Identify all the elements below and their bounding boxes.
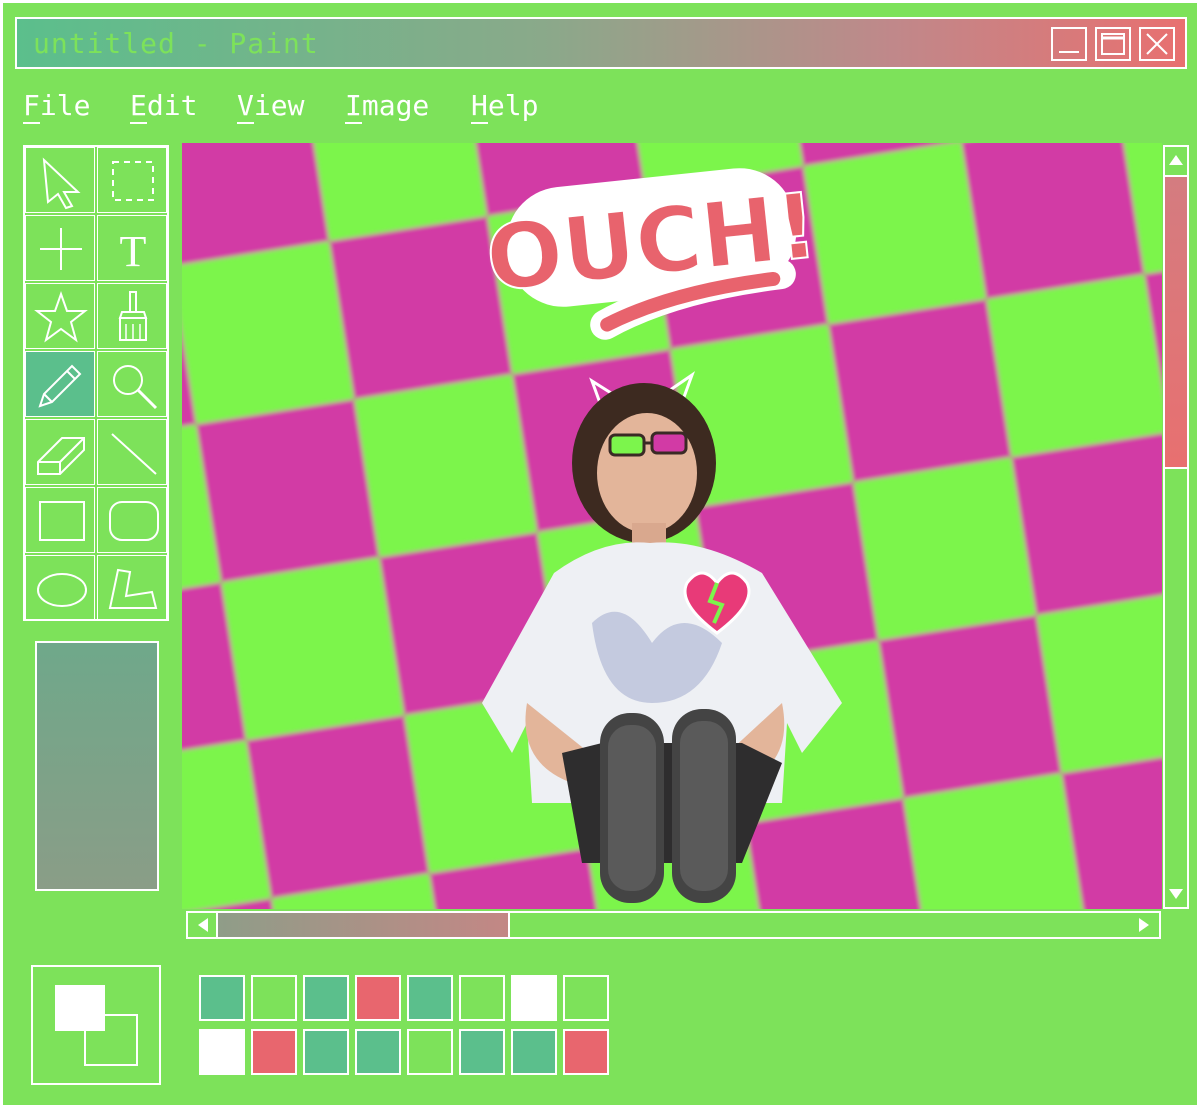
tool-pencil[interactable] (25, 351, 95, 417)
menu-file[interactable]: File (23, 89, 90, 124)
vertical-scrollbar[interactable] (1163, 145, 1189, 909)
scroll-left-arrow-icon[interactable] (190, 913, 214, 937)
close-icon (1146, 33, 1168, 55)
eraser-icon (37, 437, 85, 475)
pencil-icon (38, 364, 82, 408)
brush-icon (118, 291, 148, 341)
svg-text:T: T (120, 227, 147, 276)
palette-swatch[interactable] (251, 975, 297, 1021)
palette-swatch[interactable] (407, 1029, 453, 1075)
line-icon (111, 433, 157, 475)
tool-options-panel[interactable] (35, 641, 159, 891)
tool-text[interactable]: T (97, 215, 167, 281)
window-title: untitled - Paint (33, 27, 319, 60)
rectangle-icon (39, 501, 85, 541)
current-colors[interactable] (31, 965, 161, 1085)
crosshair-icon (40, 228, 82, 270)
menu-edit[interactable]: Edit (130, 89, 197, 124)
vertical-scroll-thumb[interactable] (1165, 175, 1187, 469)
scroll-down-arrow-icon[interactable] (1165, 883, 1187, 907)
maximize-icon (1101, 33, 1125, 55)
polygon-icon (108, 568, 158, 609)
close-button[interactable] (1139, 27, 1175, 61)
palette-swatch[interactable] (563, 1029, 609, 1075)
tool-polygon[interactable] (97, 555, 167, 621)
palette-swatch[interactable] (407, 975, 453, 1021)
paint-window: untitled - Paint File Edit View Image He… (0, 0, 1200, 1108)
horizontal-scroll-thumb[interactable] (216, 913, 510, 937)
tool-rectangle[interactable] (25, 487, 95, 553)
tool-rounded-rect[interactable] (97, 487, 167, 553)
minimize-icon (1059, 51, 1079, 53)
star-icon (34, 290, 88, 343)
tool-ellipse[interactable] (25, 555, 95, 621)
horizontal-scrollbar[interactable] (186, 911, 1161, 939)
ellipse-icon (37, 573, 87, 607)
scroll-up-arrow-icon[interactable] (1165, 147, 1187, 171)
color-palette (197, 973, 617, 1077)
maximize-button[interactable] (1095, 27, 1131, 61)
rounded-rect-icon (109, 501, 159, 541)
magnifier-icon (113, 365, 158, 410)
text-icon: T (120, 227, 147, 276)
palette-swatch[interactable] (251, 1029, 297, 1075)
scroll-right-arrow-icon[interactable] (1133, 913, 1157, 937)
tool-select[interactable] (25, 147, 95, 213)
title-bar[interactable]: untitled - Paint (15, 17, 1187, 69)
palette-swatch[interactable] (303, 975, 349, 1021)
menu-help[interactable]: Help (471, 89, 538, 124)
palette-swatch[interactable] (355, 1029, 401, 1075)
palette-swatch[interactable] (199, 1029, 245, 1075)
tool-brush[interactable] (97, 283, 167, 349)
palette-swatch[interactable] (511, 975, 557, 1021)
canvas-image: OUCH! (182, 143, 1162, 909)
drawing-canvas[interactable]: OUCH! (182, 143, 1162, 909)
tool-star[interactable] (25, 283, 95, 349)
palette-swatch[interactable] (355, 975, 401, 1021)
minimize-button[interactable] (1051, 27, 1087, 61)
palette-swatch[interactable] (563, 975, 609, 1021)
tool-crosshair[interactable] (25, 215, 95, 281)
palette-swatch[interactable] (459, 975, 505, 1021)
select-arrow-icon (42, 157, 81, 210)
tool-eraser[interactable] (25, 419, 95, 485)
tool-line[interactable] (97, 419, 167, 485)
tool-magnifier[interactable] (97, 351, 167, 417)
toolbox: T (23, 145, 169, 621)
menu-view[interactable]: View (237, 89, 304, 124)
tool-rect-select[interactable] (97, 147, 167, 213)
menu-image[interactable]: Image (345, 89, 429, 124)
palette-swatch[interactable] (459, 1029, 505, 1075)
palette-swatch[interactable] (303, 1029, 349, 1075)
palette-swatch[interactable] (511, 1029, 557, 1075)
palette-swatch[interactable] (199, 975, 245, 1021)
rect-select-icon (112, 161, 154, 201)
color-selector-icon (55, 985, 138, 1066)
